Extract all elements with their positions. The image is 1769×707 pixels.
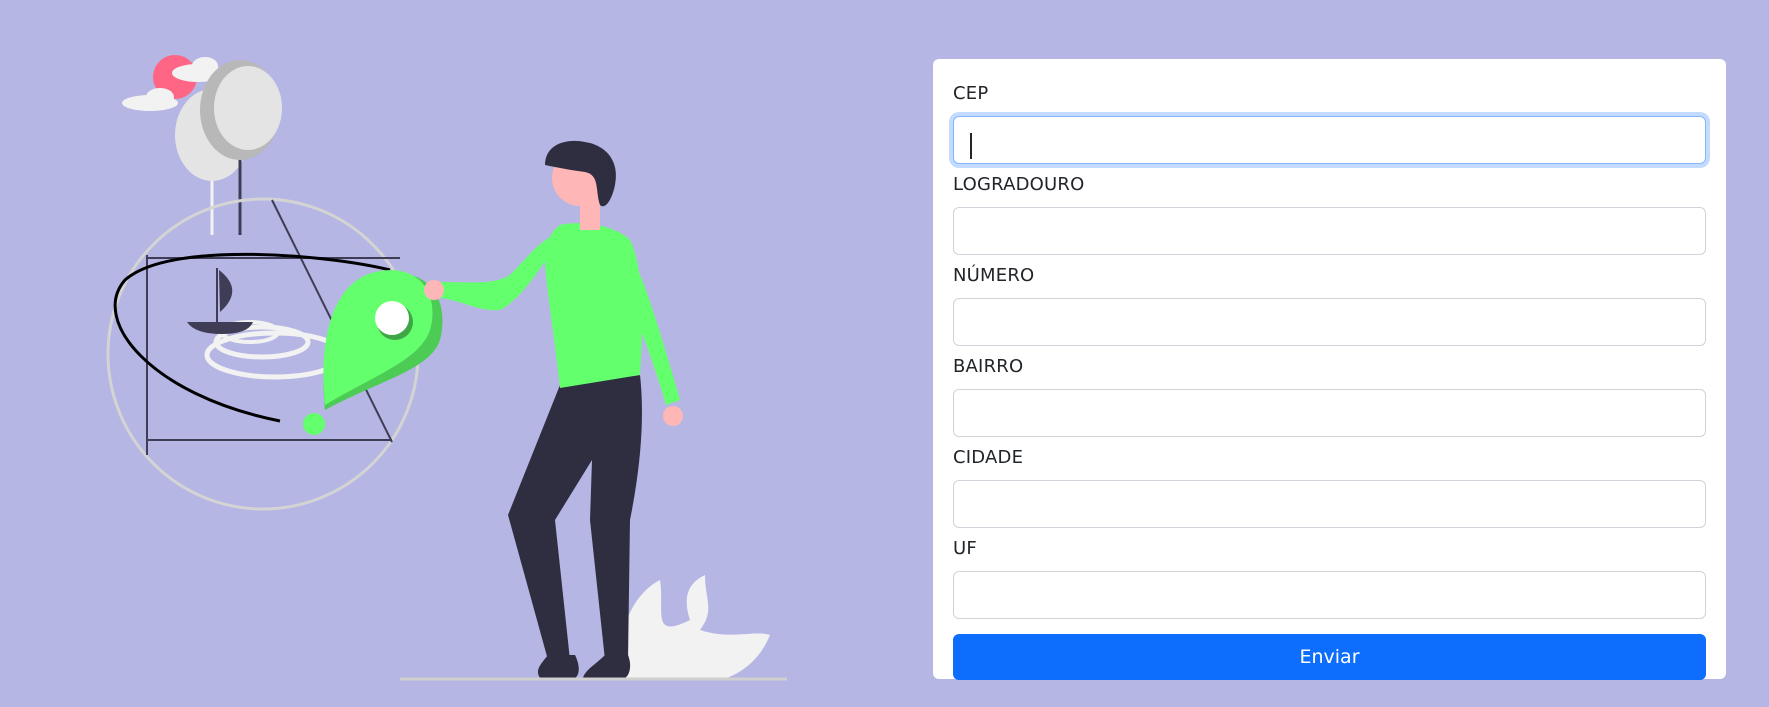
uf-field-group: UF [953, 538, 1706, 625]
person-figure [424, 140, 770, 680]
numero-input[interactable] [953, 298, 1706, 346]
cidade-label: CIDADE [953, 447, 1024, 468]
logradouro-field-group: LOGRADOURO [953, 174, 1706, 261]
logradouro-input[interactable] [953, 207, 1706, 255]
logradouro-label: LOGRADOURO [953, 174, 1085, 195]
cep-label: CEP [953, 83, 989, 104]
uf-input[interactable] [953, 571, 1706, 619]
map-pin [303, 270, 443, 435]
boat [187, 268, 346, 380]
numero-field-group: NÚMERO [953, 265, 1706, 352]
cep-field-group: CEP [953, 83, 1706, 170]
bairro-label: BAIRRO [953, 356, 1024, 377]
cidade-input[interactable] [953, 480, 1706, 528]
numero-label: NÚMERO [953, 265, 1035, 286]
submit-button[interactable]: Enviar [953, 634, 1706, 680]
bairro-field-group: BAIRRO [953, 356, 1706, 443]
location-illustration [106, 55, 787, 681]
address-form: CEP LOGRADOURO NÚMERO BAIRRO CIDADE UF E… [933, 59, 1726, 680]
uf-label: UF [953, 538, 977, 559]
cidade-field-group: CIDADE [953, 447, 1706, 534]
bairro-input[interactable] [953, 389, 1706, 437]
cep-input[interactable] [953, 116, 1706, 164]
text-caret [970, 133, 972, 159]
